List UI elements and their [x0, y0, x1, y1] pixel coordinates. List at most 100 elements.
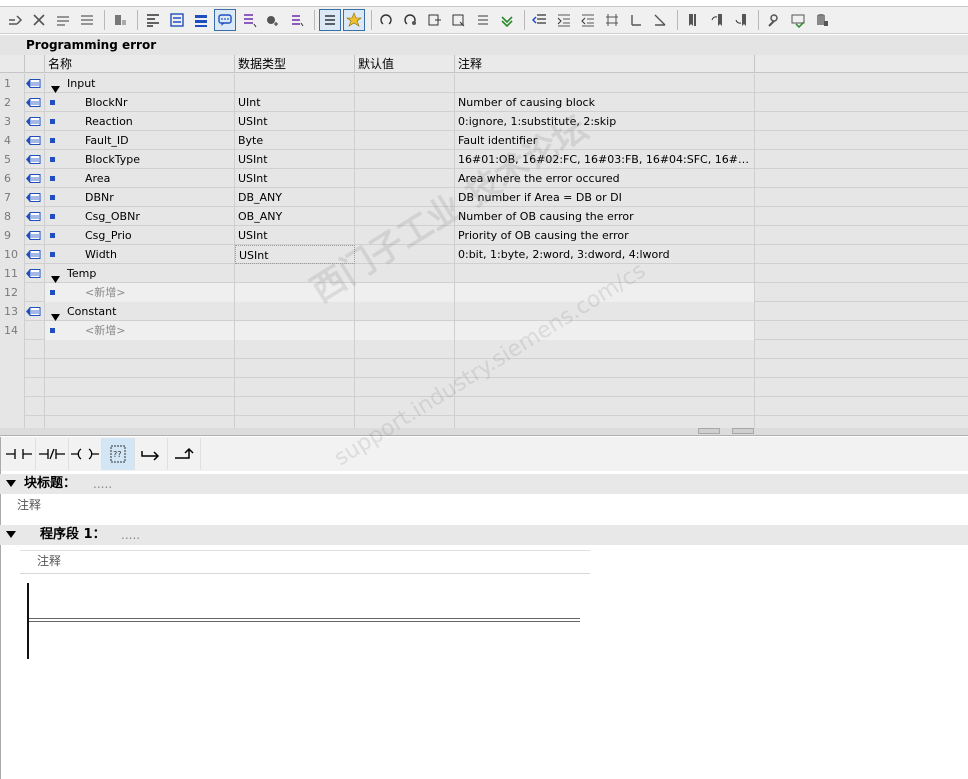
expand-icon[interactable] [51, 308, 60, 321]
name-cell[interactable]: Constant [45, 302, 235, 321]
no-contact-icon[interactable] [3, 438, 36, 470]
splitter[interactable] [0, 428, 968, 436]
splitter-up-button[interactable] [698, 428, 720, 434]
table-row[interactable]: 4 Fault_ID Byte Fault identifier [0, 131, 968, 150]
comment-cell[interactable] [455, 74, 755, 93]
col-header-datatype[interactable]: 数据类型 [235, 55, 355, 73]
insert-network-icon[interactable] [4, 9, 26, 31]
empty-box-icon[interactable]: ?? [102, 438, 135, 470]
table-row[interactable]: 3 Reaction USInt 0:ignore, 1:substitute, 2:… [0, 112, 968, 131]
open-branch-icon[interactable] [135, 438, 168, 470]
default-cell[interactable] [355, 93, 455, 112]
comment-cell[interactable] [455, 264, 755, 283]
expand-icon[interactable] [51, 80, 60, 93]
collapse-networks-icon[interactable] [190, 9, 212, 31]
datatype-cell[interactable]: DB_ANY [235, 188, 355, 207]
bookmark-next-icon[interactable] [730, 9, 752, 31]
name-cell[interactable]: Csg_OBNr [45, 207, 235, 226]
datatype-cell[interactable] [235, 321, 355, 340]
datatype-cell[interactable]: USInt [235, 226, 355, 245]
default-cell[interactable] [355, 150, 455, 169]
table-row[interactable]: 11 Temp [0, 264, 968, 283]
favorites-bar-icon[interactable] [166, 9, 188, 31]
datatype-cell[interactable]: USInt [235, 112, 355, 131]
name-cell[interactable]: BlockType [45, 150, 235, 169]
comment-cell[interactable]: Number of causing block [455, 93, 755, 112]
comment-cell[interactable]: 0:ignore, 1:substitute, 2:skip [455, 112, 755, 131]
collapse-icon[interactable] [6, 531, 16, 539]
datatype-cell[interactable]: USInt [235, 169, 355, 188]
comment-cell[interactable]: 16#01:OB, 16#02:FC, 16#03:FB, 16#04:SFC,… [455, 150, 755, 169]
outdent-icon[interactable] [577, 9, 599, 31]
table-row[interactable]: 1 Input [0, 74, 968, 93]
datatype-cell[interactable]: UInt [235, 93, 355, 112]
table-row[interactable]: 9 Csg_Prio USInt Priority of OB causing the… [0, 226, 968, 245]
network-list-icon[interactable] [238, 9, 260, 31]
comment-cell[interactable]: Area where the error occured [455, 169, 755, 188]
name-cell[interactable]: Area [45, 169, 235, 188]
col-header-comment[interactable]: 注释 [455, 55, 755, 73]
name-cell[interactable]: Csg_Prio [45, 226, 235, 245]
table-row[interactable]: 5 BlockType USInt 16#01:OB, 16#02:FC, 16#03… [0, 150, 968, 169]
block-comment[interactable]: 注释 [17, 496, 41, 513]
add-new-placeholder[interactable]: <新增> [85, 283, 125, 302]
comment-cell[interactable] [455, 283, 755, 302]
reset-icon[interactable] [109, 9, 131, 31]
open-all-icon[interactable] [262, 9, 284, 31]
comment-cell[interactable] [455, 321, 755, 340]
compare-icon[interactable] [472, 9, 494, 31]
indent-right-icon[interactable] [553, 9, 575, 31]
datatype-cell[interactable] [235, 283, 355, 302]
table-row[interactable]: 10 Width USInt 0:bit, 1:byte, 2:word, 3:dwo… [0, 245, 968, 264]
default-cell[interactable] [355, 245, 455, 264]
name-cell[interactable]: <新增> [45, 321, 235, 340]
indent-left-icon[interactable] [529, 9, 551, 31]
add-new-placeholder[interactable]: <新增> [85, 321, 125, 340]
name-cell[interactable]: DBNr [45, 188, 235, 207]
nc-contact-icon[interactable] [36, 438, 69, 470]
append-row-icon[interactable] [76, 9, 98, 31]
datatype-cell[interactable]: USInt [235, 150, 355, 169]
rung-wire[interactable] [29, 618, 580, 619]
default-cell[interactable] [355, 302, 455, 321]
comment-cell[interactable]: DB number if Area = DB or DI [455, 188, 755, 207]
table-row[interactable]: 2 BlockNr UInt Number of causing block [0, 93, 968, 112]
name-cell[interactable]: Width [45, 245, 235, 264]
delete-network-icon[interactable] [28, 9, 50, 31]
favorite-star-icon[interactable] [343, 9, 365, 31]
show-all-icon[interactable] [319, 9, 341, 31]
download-icon[interactable] [496, 9, 518, 31]
default-cell[interactable] [355, 321, 455, 340]
name-cell[interactable]: Reaction [45, 112, 235, 131]
absolute-operands-icon[interactable] [142, 9, 164, 31]
simulation-icon[interactable] [787, 9, 809, 31]
comment-cell[interactable]: Fault identifier [455, 131, 755, 150]
coil-icon[interactable] [69, 438, 102, 470]
datatype-cell[interactable] [235, 74, 355, 93]
default-cell[interactable] [355, 188, 455, 207]
go-to-icon[interactable] [376, 9, 398, 31]
jump-icon[interactable] [424, 9, 446, 31]
default-cell[interactable] [355, 264, 455, 283]
network-comment[interactable]: 注释 [20, 550, 590, 574]
default-cell[interactable] [355, 226, 455, 245]
datatype-cell[interactable]: USInt [235, 245, 355, 264]
name-cell[interactable]: Temp [45, 264, 235, 283]
close-branch-icon[interactable] [168, 438, 201, 470]
default-cell[interactable] [355, 112, 455, 131]
default-cell[interactable] [355, 283, 455, 302]
col-header-default[interactable]: 默认值 [355, 55, 455, 73]
go-back-icon[interactable] [400, 9, 422, 31]
comment-cell[interactable]: Priority of OB causing the error [455, 226, 755, 245]
datatype-cell[interactable]: OB_ANY [235, 207, 355, 226]
default-cell[interactable] [355, 169, 455, 188]
database-icon[interactable] [811, 9, 833, 31]
table-row[interactable]: 13 Constant [0, 302, 968, 321]
move-down-icon[interactable] [649, 9, 671, 31]
collapse-icon[interactable] [6, 480, 16, 488]
datatype-cell[interactable]: Byte [235, 131, 355, 150]
bookmark-set-icon[interactable] [682, 9, 704, 31]
comment-cell[interactable]: Number of OB causing the error [455, 207, 755, 226]
table-row[interactable]: 8 Csg_OBNr OB_ANY Number of OB causing the … [0, 207, 968, 226]
network-title-value[interactable]: ..... [121, 525, 140, 545]
